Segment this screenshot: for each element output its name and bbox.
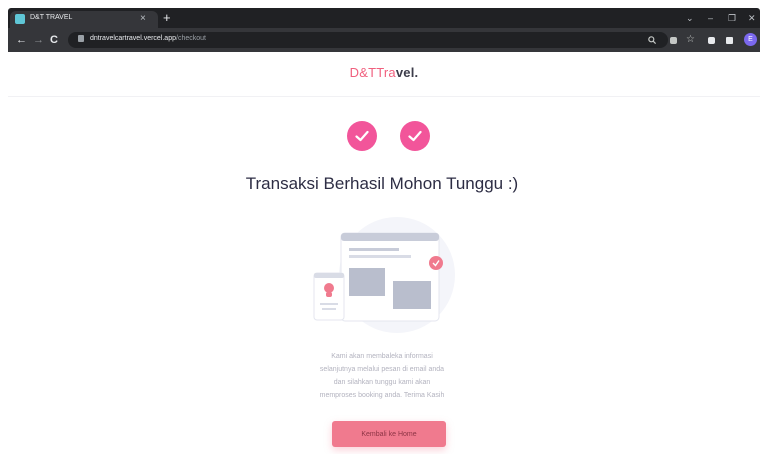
address-bar[interactable]: dntravelcartravel.vercel.app/checkout — [68, 32, 668, 48]
forward-button[interactable]: → — [33, 33, 44, 47]
success-illustration — [313, 217, 455, 333]
tab-close-icon[interactable]: × — [140, 12, 146, 26]
star-icon[interactable]: ☆ — [686, 33, 695, 47]
success-description: Kami akan membaleka informasi selanjutny… — [319, 353, 445, 399]
tab-title: D&T TRAVEL — [30, 14, 73, 21]
step-complete-badge — [347, 121, 377, 151]
browser-tab[interactable]: D&T TRAVEL × — [10, 11, 158, 28]
minimize-button[interactable]: – — [708, 12, 713, 24]
maximize-button[interactable]: ❐ — [728, 12, 736, 24]
url-text[interactable]: dntravelcartravel.vercel.app/checkout — [90, 35, 206, 42]
search-icon[interactable] — [648, 36, 656, 44]
site-logo[interactable]: D&TTravel. — [8, 65, 760, 80]
success-heading: Transaksi Berhasil Mohon Tunggu :) — [245, 174, 519, 193]
reload-button[interactable]: C — [50, 33, 58, 47]
check-icon — [355, 130, 369, 142]
lock-icon — [78, 35, 84, 42]
back-to-home-button[interactable]: Kembali ke Home — [332, 421, 446, 447]
browser-tab-bar: D&T TRAVEL × + ⌄ – ❐ ✕ — [8, 8, 760, 28]
close-window-button[interactable]: ✕ — [748, 12, 756, 24]
site-favicon-icon — [15, 14, 25, 24]
profile-avatar[interactable]: E — [744, 33, 757, 46]
site-header: D&TTravel. — [8, 52, 760, 97]
back-button[interactable]: ← — [16, 33, 27, 47]
new-tab-button[interactable]: + — [163, 10, 171, 26]
extensions-icon[interactable] — [708, 37, 715, 44]
browser-toolbar: ← → C dntravelcartravel.vercel.app/check… — [8, 28, 760, 52]
check-icon — [408, 130, 422, 142]
step-complete-badge — [400, 121, 430, 151]
sidepanel-icon[interactable] — [726, 37, 733, 44]
share-icon[interactable] — [670, 37, 677, 44]
tab-search-icon[interactable]: ⌄ — [686, 12, 694, 24]
